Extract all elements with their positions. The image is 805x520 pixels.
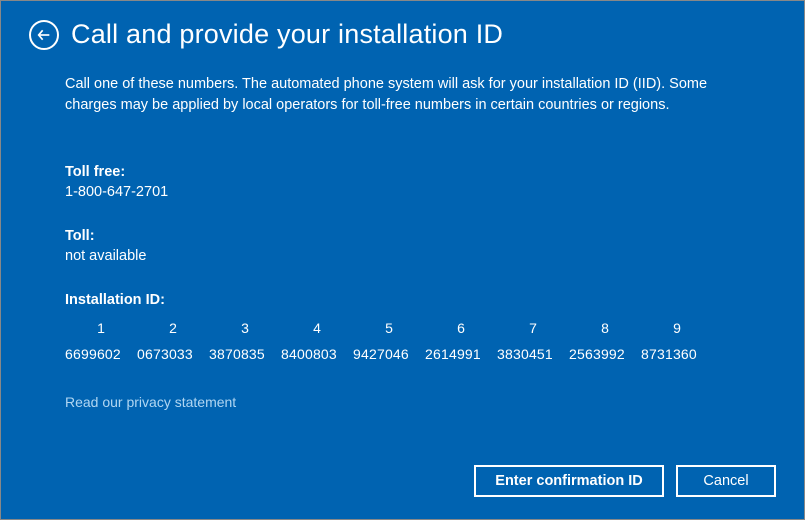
- iid-index: 4: [281, 320, 353, 336]
- toll-label: Toll:: [65, 228, 740, 244]
- iid-index: 3: [209, 320, 281, 336]
- iid-value: 3870835: [209, 346, 281, 362]
- arrow-left-icon: [36, 27, 52, 43]
- iid-value: 0673033: [137, 346, 209, 362]
- iid-value: 2563992: [569, 346, 641, 362]
- toll-free-label: Toll free:: [65, 164, 740, 180]
- iid-value: 6699602: [65, 346, 137, 362]
- iid-value: 8731360: [641, 346, 713, 362]
- iid-value: 9427046: [353, 346, 425, 362]
- iid-index: 5: [353, 320, 425, 336]
- iid-value: 8400803: [281, 346, 353, 362]
- iid-index: 2: [137, 320, 209, 336]
- installation-id-block: Installation ID: 1 2 3 4 5 6 7 8 9 66996…: [65, 292, 740, 362]
- toll-free-value: 1-800-647-2701: [65, 184, 740, 200]
- toll-block: Toll: not available: [65, 228, 740, 264]
- iid-value: 2614991: [425, 346, 497, 362]
- iid-index: 8: [569, 320, 641, 336]
- iid-index: 6: [425, 320, 497, 336]
- page-title: Call and provide your installation ID: [71, 19, 503, 50]
- back-button[interactable]: [29, 20, 59, 50]
- iid-value: 3830451: [497, 346, 569, 362]
- enter-confirmation-id-button[interactable]: Enter confirmation ID: [474, 465, 664, 497]
- installation-id-label: Installation ID:: [65, 292, 740, 308]
- privacy-statement-link[interactable]: Read our privacy statement: [65, 394, 236, 410]
- cancel-button[interactable]: Cancel: [676, 465, 776, 497]
- description-text: Call one of these numbers. The automated…: [65, 74, 740, 116]
- iid-index: 9: [641, 320, 713, 336]
- toll-value: not available: [65, 248, 740, 264]
- iid-index: 7: [497, 320, 569, 336]
- installation-id-indices: 1 2 3 4 5 6 7 8 9: [65, 320, 740, 346]
- toll-free-block: Toll free: 1-800-647-2701: [65, 164, 740, 200]
- iid-index: 1: [65, 320, 137, 336]
- installation-id-values: 6699602 0673033 3870835 8400803 9427046 …: [65, 346, 740, 362]
